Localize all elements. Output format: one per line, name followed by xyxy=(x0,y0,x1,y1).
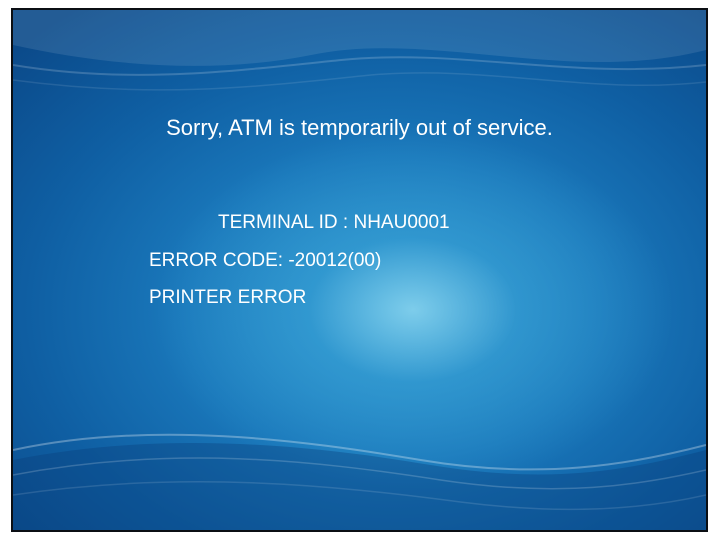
atm-screen: Sorry, ATM is temporarily out of service… xyxy=(11,8,708,532)
decorative-bottom-wave xyxy=(13,433,706,530)
error-code-label: ERROR CODE: -20012(00) xyxy=(149,250,382,271)
decorative-top-wave xyxy=(13,10,706,91)
error-description-label: PRINTER ERROR xyxy=(149,287,307,308)
terminal-id-label: TERMINAL ID : NHAU0001 xyxy=(218,212,450,233)
out-of-service-message: Sorry, ATM is temporarily out of service… xyxy=(166,115,553,140)
